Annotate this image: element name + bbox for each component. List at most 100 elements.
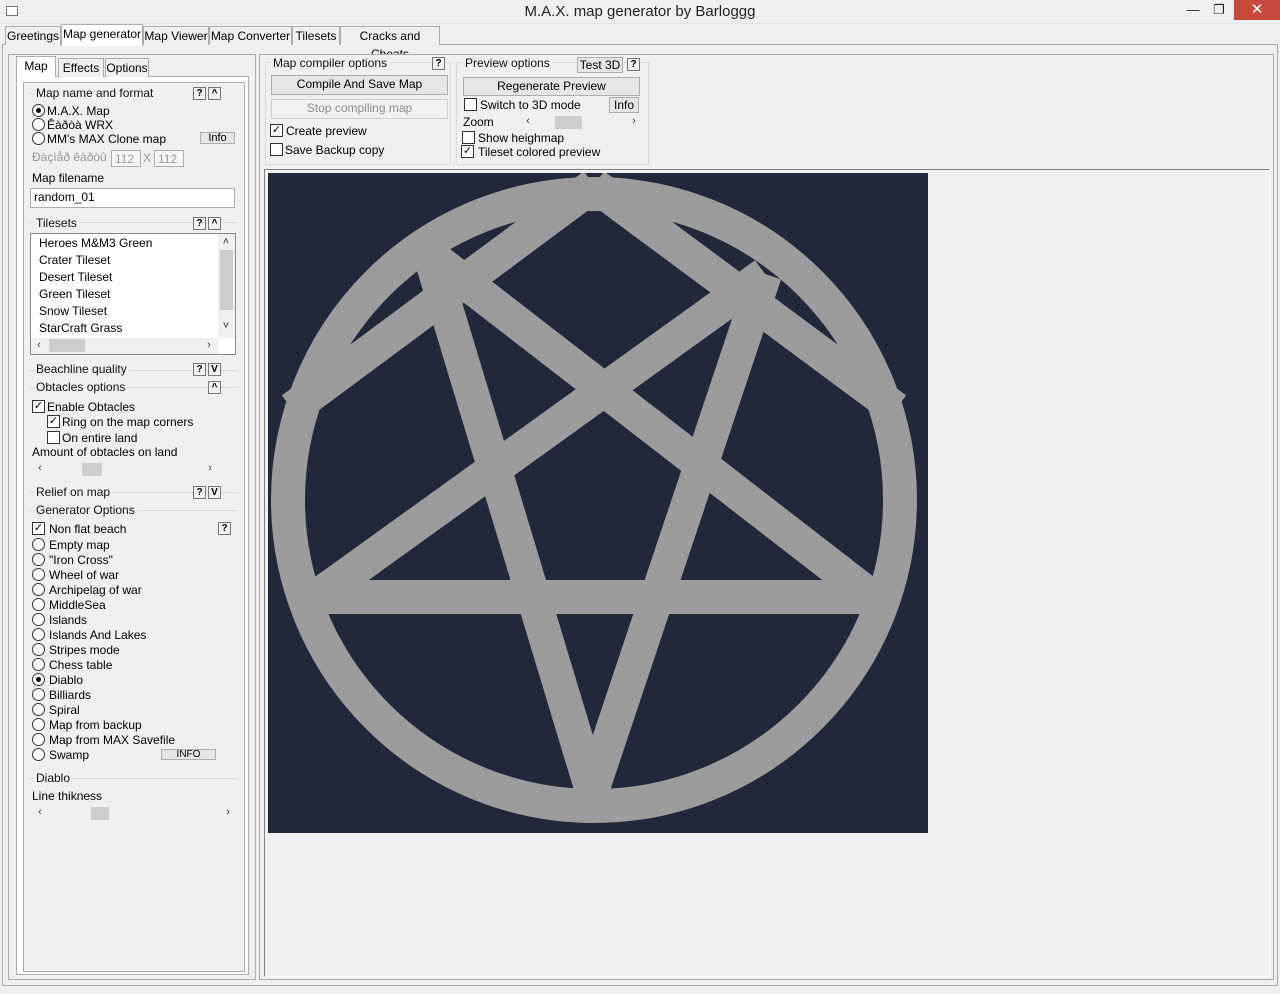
compile-save-button[interactable]: Compile And Save Map [271,75,448,95]
compiler-options-title: Map compiler options [271,56,390,70]
sub-tab-options[interactable]: Options [105,58,149,77]
obstacles-amount-slider[interactable]: ‹ › [32,462,218,476]
scroll-up-icon[interactable]: ˄ [220,236,232,248]
beachline-help-button[interactable]: ? [193,363,206,376]
mode-radio[interactable] [32,553,45,566]
tileset-colored-checkbox[interactable]: ✓ [461,145,474,158]
scroll-left-icon[interactable]: ‹ [34,462,46,474]
create-preview-checkbox[interactable]: ✓ [270,124,283,137]
line-thickness-thumb[interactable] [91,807,109,820]
map-filename-label: Map filename [32,171,105,185]
tilesets-vscrollbar[interactable]: ˄ ˅ [218,234,235,338]
mode-label: Islands [49,613,88,627]
non-flat-beach-checkbox[interactable]: ✓ [32,522,45,535]
format-wrx-radio[interactable] [32,118,45,131]
entire-land-checkbox[interactable] [47,431,60,444]
mode-radio[interactable] [32,733,45,746]
tab-cracks-and-cheats[interactable]: Cracks and Cheats [340,26,440,61]
mode-radio[interactable] [32,628,45,641]
scroll-right-icon[interactable]: › [203,339,215,351]
map-format-help-button[interactable]: ? [193,87,206,100]
format-mm-clone-label: MM's MAX Clone map [47,132,166,146]
map-width-input[interactable]: 112 [111,150,141,167]
generator-help-button[interactable]: ? [218,522,231,535]
mode-radio[interactable] [32,568,45,581]
tileset-item[interactable]: Crater Tileset [31,252,110,269]
relief-help-button[interactable]: ? [193,486,206,499]
map-format-collapse-button[interactable]: ^ [208,87,221,100]
map-height-input[interactable]: 112 [154,150,184,167]
preview-help-button[interactable]: ? [627,58,640,71]
maximize-button[interactable]: ❐ [1204,0,1234,20]
sub-tab-effects[interactable]: Effects [58,58,104,77]
mode-radio[interactable] [32,643,45,656]
zoom-slider[interactable]: ‹ › [520,115,642,129]
scroll-down-icon[interactable]: ˅ [220,320,232,332]
stop-compiling-button[interactable]: Stop compiling map [271,99,448,119]
tileset-item[interactable]: Snow Tileset [31,303,107,320]
switch-3d-checkbox[interactable] [464,98,477,111]
zoom-thumb[interactable] [555,116,582,129]
tab-map-converter[interactable]: Map Converter [209,26,292,45]
format-max-radio[interactable] [32,104,45,117]
mode-label: "Iron Cross" [49,553,113,567]
scroll-left-icon[interactable]: ‹ [33,339,45,351]
map-preview[interactable] [268,173,928,833]
sub-tab-map[interactable]: Map [16,56,56,77]
enable-obstacles-checkbox[interactable]: ✓ [32,400,45,413]
mode-radio[interactable] [32,718,45,731]
mode-radio[interactable] [32,703,45,716]
tileset-item[interactable]: StarCraft Grass [31,320,122,337]
beachline-expand-button[interactable]: V [208,363,221,376]
tab-greetings[interactable]: Greetings [5,26,61,45]
scroll-right-icon[interactable]: › [222,806,234,818]
mode-radio[interactable] [32,583,45,596]
tilesets-vscroll-thumb[interactable] [220,250,233,310]
ring-corners-checkbox[interactable]: ✓ [47,415,60,428]
tilesets-list[interactable]: Heroes M&M3 Green Crater Tileset Desert … [30,233,236,355]
mode-radio[interactable] [32,688,45,701]
swamp-info-button[interactable]: INFO [161,749,216,760]
scroll-left-icon[interactable]: ‹ [522,115,534,127]
line-thickness-label: Line thikness [32,789,103,803]
scroll-left-icon[interactable]: ‹ [34,806,46,818]
mode-radio[interactable] [32,598,45,611]
tab-map-viewer[interactable]: Map Viewer [143,26,209,45]
tab-tilesets[interactable]: Tilesets [292,26,340,45]
mode-radio[interactable] [32,538,45,551]
close-button[interactable]: ✕ [1234,0,1280,20]
mode-radio[interactable] [32,748,45,761]
regenerate-preview-button[interactable]: Regenerate Preview [463,77,640,96]
tilesets-help-button[interactable]: ? [193,217,206,230]
mode-radio[interactable] [32,658,45,671]
tileset-item[interactable]: Green Tileset [31,286,110,303]
preview-info-button[interactable]: Info [609,97,639,113]
mode-label: Wheel of war [49,568,120,582]
tilesets-hscrollbar[interactable]: ‹ › [31,338,218,354]
obstacles-collapse-button[interactable]: ^ [208,381,221,394]
compiler-help-button[interactable]: ? [432,57,445,70]
mode-label: Stripes mode [49,643,120,657]
tileset-item[interactable]: Desert Tileset [31,269,112,286]
diablo-title: Diablo [34,771,73,785]
scroll-right-icon[interactable]: › [204,462,216,474]
mode-radio[interactable] [32,613,45,626]
map-filename-input[interactable]: random_01 [30,188,235,208]
tilesets-hscroll-thumb[interactable] [49,339,85,352]
tab-map-generator[interactable]: Map generator [61,24,143,46]
title-bar: M.A.X. map generator by Barloggg — ❐ ✕ [0,0,1280,24]
obstacles-amount-thumb[interactable] [82,463,102,476]
save-backup-checkbox[interactable] [270,143,283,156]
mode-radio-selected[interactable] [32,673,45,686]
line-thickness-slider[interactable]: ‹ › [32,806,236,820]
tileset-item[interactable]: Heroes M&M3 Green [31,235,152,252]
show-heightmap-checkbox[interactable] [462,131,475,144]
format-info-button[interactable]: Info [200,132,235,144]
format-mm-clone-radio[interactable] [32,132,45,145]
scroll-right-icon[interactable]: › [628,115,640,127]
relief-expand-button[interactable]: V [208,486,221,499]
tilesets-collapse-button[interactable]: ^ [208,217,221,230]
test-3d-button[interactable]: Test 3D [577,57,623,73]
switch-3d-label: Switch to 3D mode [480,98,581,112]
generator-options-title: Generator Options [34,503,137,517]
